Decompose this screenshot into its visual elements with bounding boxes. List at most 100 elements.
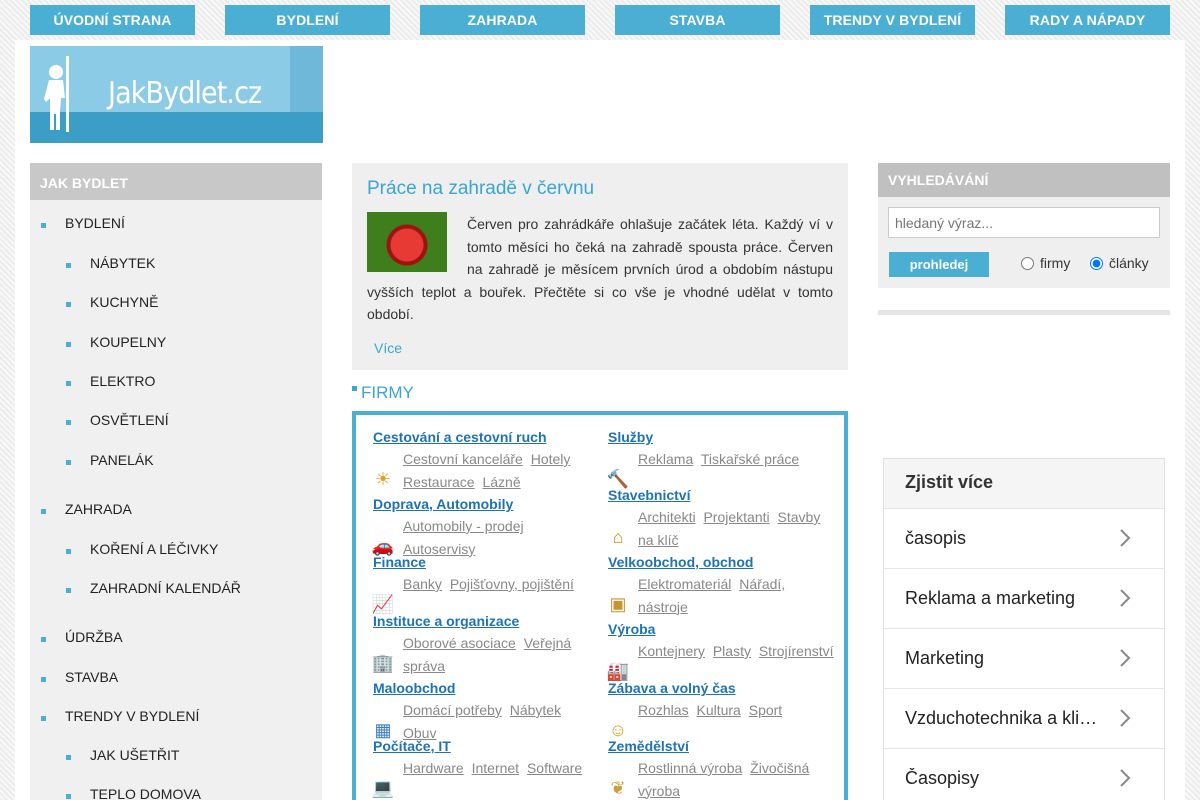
sidebar-item[interactable]: TRENDY V BYDLENÍ — [65, 708, 199, 724]
category-title[interactable]: Instituce a organizace — [373, 610, 519, 632]
nav-item[interactable]: ÚVODNÍ STRANA — [30, 5, 195, 35]
chevron-right-icon — [1120, 529, 1131, 547]
category-link[interactable]: Hotely — [531, 451, 571, 467]
sidebar-bullet — [66, 420, 71, 425]
divider — [878, 310, 1170, 315]
sidebar-bullet — [41, 716, 46, 721]
firmy-category: Služby 🔨 Reklama Tiskařské práce — [607, 426, 799, 489]
category-link[interactable]: Rozhlas — [638, 702, 689, 718]
nav-item[interactable]: STAVBA — [615, 5, 780, 35]
sidebar-bullet — [66, 263, 71, 268]
category-link[interactable]: Kultura — [696, 702, 740, 718]
category-title[interactable]: Finance — [373, 551, 426, 573]
category-title[interactable]: Stavebnictví — [608, 484, 690, 506]
category-link[interactable]: Domácí potřeby — [403, 702, 502, 718]
category-links: Rozhlas Kultura Sport — [638, 699, 838, 722]
category-link[interactable]: Rostlinná výroba — [638, 760, 742, 776]
boxes-icon: ▣ — [609, 593, 627, 614]
learn-more-item[interactable]: Časopisy — [884, 749, 1164, 800]
nav-item[interactable]: TRENDY V BYDLENÍ — [810, 5, 975, 35]
category-title[interactable]: Počítače, IT — [373, 735, 451, 757]
nav-item[interactable]: ZAHRADA — [420, 5, 585, 35]
category-links: Cestovní kanceláře Hotely Restaurace Láz… — [403, 448, 603, 493]
radio-firmy[interactable]: firmy — [1021, 255, 1070, 271]
category-link[interactable]: Strojírenství — [759, 643, 834, 659]
radio-firmy-input[interactable] — [1021, 256, 1034, 270]
learn-more-label: časopis — [905, 528, 967, 548]
learn-more-label: Reklama a marketing — [905, 588, 1076, 608]
category-title[interactable]: Výroba — [608, 618, 655, 640]
category-link[interactable]: Architekti — [638, 509, 696, 525]
sidebar-item[interactable]: OSVĚTLENÍ — [90, 412, 169, 428]
sidebar-item[interactable]: ÚDRŽBA — [65, 629, 123, 645]
category-link[interactable]: Tiskařské práce — [701, 451, 799, 467]
sidebar-item[interactable]: KOUPELNY — [90, 334, 166, 350]
category-link[interactable]: Software — [527, 760, 582, 776]
category-link[interactable]: Kontejnery — [638, 643, 705, 659]
category-title[interactable]: Velkoobchod, obchod — [608, 551, 753, 573]
sidebar-item[interactable]: BYDLENÍ — [65, 215, 125, 231]
category-title[interactable]: Zábava a volný čas — [608, 677, 736, 699]
sidebar-bullet — [66, 302, 71, 307]
heading-marker — [352, 386, 357, 391]
category-link[interactable]: Banky — [403, 576, 442, 592]
category-title[interactable]: Cestování a cestovní ruch — [373, 426, 547, 448]
sidebar: JAK BYDLET BYDLENÍ NÁBYTEK KUCHYNĚ KOUPELNY… — [30, 163, 322, 800]
chevron-right-icon — [1120, 649, 1131, 667]
sidebar-item[interactable]: PANELÁK — [90, 452, 154, 468]
learn-more-item[interactable]: Marketing — [884, 629, 1164, 689]
more-link[interactable]: Více — [374, 340, 402, 356]
category-title[interactable]: Služby — [608, 426, 653, 448]
category-link[interactable]: Internet — [472, 760, 519, 776]
category-link[interactable]: Restaurace — [403, 474, 475, 490]
category-link[interactable]: Elektromateriál — [638, 576, 731, 592]
firmy-directory: Cestování a cestovní ruch ☀ Cestovní kance… — [352, 411, 848, 800]
learn-more-item[interactable]: Vzduchotechnika a klimatizace — [884, 689, 1164, 749]
house-icon: ⌂ — [612, 526, 624, 547]
radio-clanky[interactable]: články — [1090, 255, 1149, 271]
sidebar-bullet — [41, 677, 46, 682]
radio-clanky-label: články — [1109, 255, 1149, 271]
site-logo[interactable]: JakBydlet.cz — [30, 46, 323, 143]
firmy-category: Doprava, Automobily 🚗 Automobily - prodej … — [372, 493, 524, 557]
category-link[interactable]: Reklama — [638, 451, 693, 467]
sidebar-item[interactable]: ZAHRADA — [65, 501, 132, 517]
category-link[interactable]: Hardware — [403, 760, 464, 776]
category-title[interactable]: Maloobchod — [373, 677, 455, 699]
chevron-right-icon — [1120, 589, 1131, 607]
category-link[interactable]: Nábytek — [510, 702, 561, 718]
learn-more-item[interactable]: časopis — [884, 509, 1164, 569]
category-links: Banky Pojišťovny, pojištění — [403, 573, 603, 596]
category-links: Architekti Projektanti Stavby na klíč — [638, 506, 838, 551]
category-link[interactable]: Plasty — [713, 643, 751, 659]
category-link[interactable]: Cestovní kanceláře — [403, 451, 523, 467]
category-link[interactable]: Projektanti — [703, 509, 769, 525]
learn-more-label: Časopisy — [905, 768, 980, 788]
sidebar-item[interactable]: NÁBYTEK — [90, 255, 155, 271]
category-link[interactable]: Pojišťovny, pojištění — [450, 576, 574, 592]
category-link[interactable]: Automobily - prodej — [403, 518, 524, 534]
nav-item[interactable]: BYDLENÍ — [225, 5, 390, 35]
article-title[interactable]: Práce na zahradě v červnu — [367, 178, 594, 200]
category-link[interactable]: Sport — [749, 702, 782, 718]
sidebar-item[interactable]: ZAHRADNÍ KALENDÁŘ — [90, 580, 241, 596]
search-button[interactable]: prohledej — [889, 252, 989, 277]
sidebar-item[interactable]: STAVBA — [65, 669, 118, 685]
category-title[interactable]: Zemědělství — [608, 735, 689, 757]
search-input[interactable] — [888, 207, 1160, 238]
radio-clanky-input[interactable] — [1090, 256, 1103, 270]
learn-more-item[interactable]: Reklama a marketing — [884, 569, 1164, 629]
sidebar-item[interactable]: KOŘENÍ A LÉČIVKY — [90, 541, 218, 557]
sidebar-bullet — [41, 223, 46, 228]
sidebar-item[interactable]: ELEKTRO — [90, 373, 155, 389]
learn-more-title: Zjistit více — [884, 459, 1164, 509]
featured-article: Práce na zahradě v červnu Červen pro zah… — [352, 163, 848, 370]
sidebar-item[interactable]: JAK UŠETŘIT — [90, 747, 179, 763]
nav-item[interactable]: RADY A NÁPADY — [1005, 5, 1170, 35]
category-link[interactable]: Oborové asociace — [403, 635, 516, 651]
chevron-right-icon — [1120, 769, 1131, 787]
category-link[interactable]: Lázně — [482, 474, 520, 490]
category-title[interactable]: Doprava, Automobily — [373, 493, 513, 515]
sidebar-item[interactable]: TEPLO DOMOVA — [90, 786, 201, 800]
sidebar-item[interactable]: KUCHYNĚ — [90, 294, 158, 310]
